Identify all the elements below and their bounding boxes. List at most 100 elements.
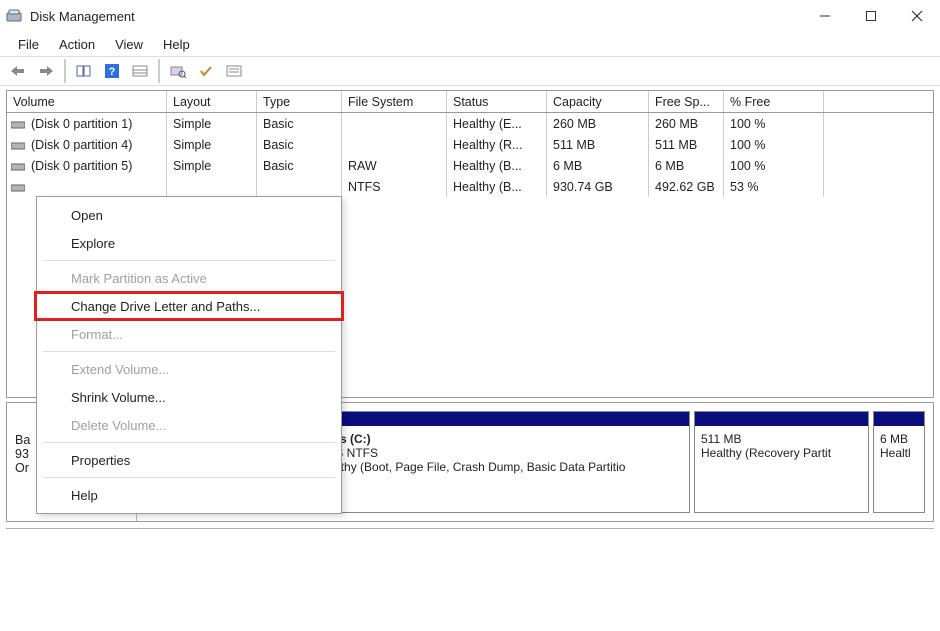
separator (64, 59, 66, 83)
table-header: Volume Layout Type File System Status Ca… (7, 91, 933, 113)
show-hide-tree-button[interactable] (72, 59, 96, 83)
volume-icon (11, 161, 25, 171)
cell (257, 176, 342, 197)
menu-view[interactable]: View (105, 34, 153, 55)
cell: 6 MB (547, 155, 649, 176)
window-title: Disk Management (30, 9, 135, 24)
cell: Healthy (B... (447, 176, 547, 197)
partition[interactable]: 511 MB Healthy (Recovery Partit (694, 411, 869, 513)
settings-list-button[interactable] (128, 59, 152, 83)
partition-title: dows (C:) (316, 432, 683, 446)
th-status[interactable]: Status (447, 91, 547, 112)
partition-color-bar (310, 412, 689, 426)
app-icon (6, 8, 22, 24)
titlebar: Disk Management (0, 0, 940, 32)
menu-action[interactable]: Action (49, 34, 105, 55)
cell: (Disk 0 partition 5) (31, 159, 132, 173)
cell (342, 113, 447, 134)
cm-open[interactable]: Open (37, 201, 341, 229)
table-row[interactable]: NTFS Healthy (B... 930.74 GB 492.62 GB 5… (7, 176, 933, 197)
menu-file[interactable]: File (8, 34, 49, 55)
separator (158, 59, 160, 83)
partition[interactable]: 6 MB Healtl (873, 411, 925, 513)
cell (342, 134, 447, 155)
cell: 100 % (724, 134, 824, 155)
cell: NTFS (342, 176, 447, 197)
table-row[interactable]: (Disk 0 partition 4) Simple Basic Health… (7, 134, 933, 155)
cell: 100 % (724, 113, 824, 134)
refresh-button[interactable] (166, 59, 190, 83)
partition-status: Healthy (Boot, Page File, Crash Dump, Ba… (316, 460, 683, 474)
cell: 511 MB (547, 134, 649, 155)
partition-size: 4 GB NTFS (316, 446, 683, 460)
partition-color-bar (695, 412, 868, 426)
cell: (Disk 0 partition 1) (31, 117, 132, 131)
volume-icon (11, 140, 25, 150)
cm-help[interactable]: Help (37, 481, 341, 509)
menu-help[interactable]: Help (153, 34, 200, 55)
partition-size: 6 MB (880, 432, 918, 446)
cell: Basic (257, 155, 342, 176)
back-button[interactable] (6, 59, 30, 83)
cm-change-drive-letter[interactable]: Change Drive Letter and Paths... (37, 292, 341, 320)
cell: 930.74 GB (547, 176, 649, 197)
minimize-button[interactable] (802, 0, 848, 32)
menubar: File Action View Help (0, 32, 940, 56)
cm-separator (43, 442, 335, 443)
th-rest (824, 91, 933, 112)
cm-separator (43, 260, 335, 261)
cell: 260 MB (547, 113, 649, 134)
cm-explore[interactable]: Explore (37, 229, 341, 257)
cell: Healthy (E... (447, 113, 547, 134)
cell: Basic (257, 134, 342, 155)
volume-icon (11, 119, 25, 129)
cell: RAW (342, 155, 447, 176)
cm-shrink-volume[interactable]: Shrink Volume... (37, 383, 341, 411)
cell: (Disk 0 partition 4) (31, 138, 132, 152)
partition-color-bar (874, 412, 924, 426)
th-volume[interactable]: Volume (7, 91, 167, 112)
table-row[interactable]: (Disk 0 partition 5) Simple Basic RAW He… (7, 155, 933, 176)
cm-extend-volume[interactable]: Extend Volume... (37, 355, 341, 383)
forward-button[interactable] (34, 59, 58, 83)
cell: 511 MB (649, 134, 724, 155)
th-freespace[interactable]: Free Sp... (649, 91, 724, 112)
cell: Healthy (R... (447, 134, 547, 155)
close-button[interactable] (894, 0, 940, 32)
partition-status: Healtl (880, 446, 918, 460)
cm-separator (43, 351, 335, 352)
th-type[interactable]: Type (257, 91, 342, 112)
check-icon[interactable] (194, 59, 218, 83)
context-menu: Open Explore Mark Partition as Active Ch… (36, 196, 342, 514)
th-pctfree[interactable]: % Free (724, 91, 824, 112)
partition[interactable]: dows (C:) 4 GB NTFS Healthy (Boot, Page … (309, 411, 690, 513)
cell: Simple (167, 113, 257, 134)
cm-format[interactable]: Format... (37, 320, 341, 348)
partition-status: Healthy (Recovery Partit (701, 446, 862, 460)
cell: 492.62 GB (649, 176, 724, 197)
list-icon[interactable] (222, 59, 246, 83)
cm-mark-active[interactable]: Mark Partition as Active (37, 264, 341, 292)
table-row[interactable]: (Disk 0 partition 1) Simple Basic Health… (7, 113, 933, 134)
toolbar: ? (0, 56, 940, 86)
cell: Basic (257, 113, 342, 134)
cell: 53 % (724, 176, 824, 197)
cell: Healthy (B... (447, 155, 547, 176)
bottom-separator (6, 528, 934, 538)
cell: 260 MB (649, 113, 724, 134)
cell: 100 % (724, 155, 824, 176)
cm-properties[interactable]: Properties (37, 446, 341, 474)
window-controls (802, 0, 940, 32)
th-capacity[interactable]: Capacity (547, 91, 649, 112)
th-layout[interactable]: Layout (167, 91, 257, 112)
help-button[interactable]: ? (100, 59, 124, 83)
volume-icon (11, 182, 25, 192)
maximize-button[interactable] (848, 0, 894, 32)
cell (167, 176, 257, 197)
partition-size: 511 MB (701, 432, 862, 446)
cell: 6 MB (649, 155, 724, 176)
th-filesystem[interactable]: File System (342, 91, 447, 112)
cm-delete-volume[interactable]: Delete Volume... (37, 411, 341, 439)
svg-text:?: ? (109, 66, 116, 78)
cell: Simple (167, 155, 257, 176)
